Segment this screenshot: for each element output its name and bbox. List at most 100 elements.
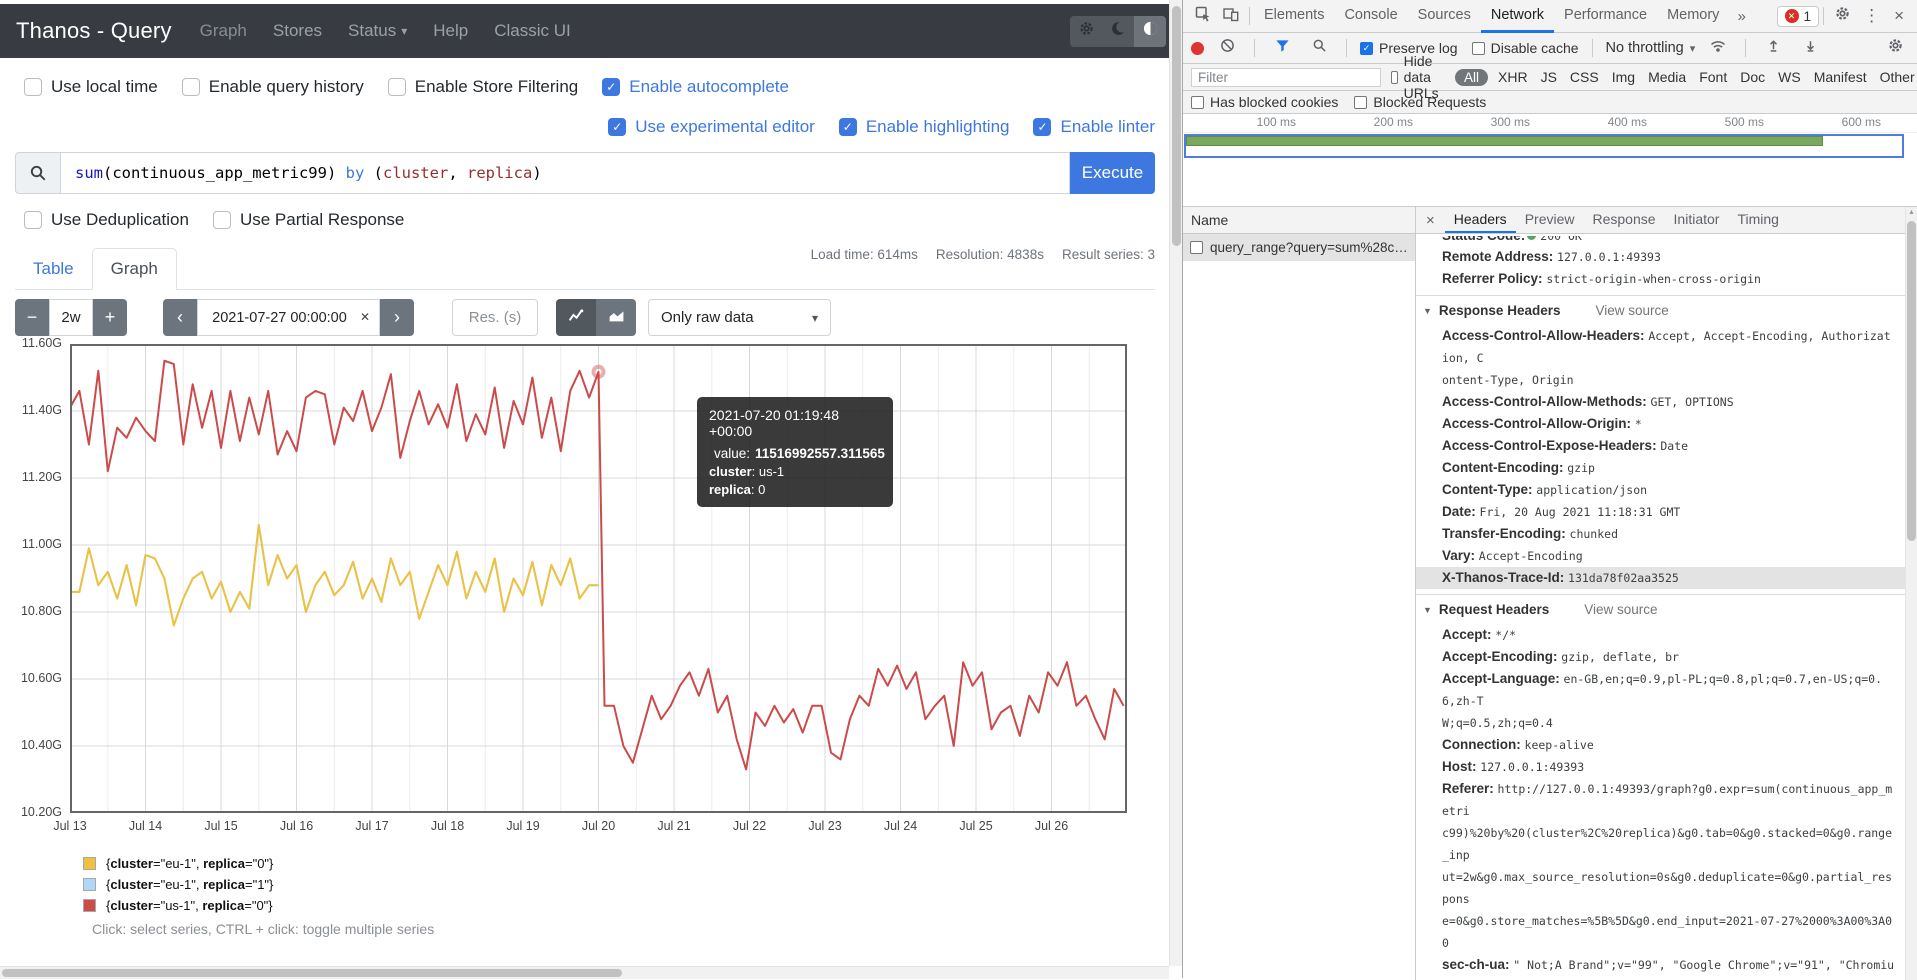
checkbox-item-disable-cache[interactable]: Disable cache [1472, 40, 1579, 56]
type-filter-other[interactable]: Other [1880, 69, 1915, 85]
resolution-select[interactable]: Only raw data ▾ [648, 299, 831, 336]
checkbox-preserve-log[interactable]: ✓ [1360, 42, 1373, 55]
type-filter-doc[interactable]: Doc [1740, 69, 1765, 85]
checkbox-has-blocked-cookies[interactable] [1191, 96, 1204, 109]
devtools-tab-network[interactable]: Network [1481, 0, 1554, 33]
details-tab-timing[interactable]: Timing [1728, 207, 1788, 233]
checkbox-enable-query-history[interactable] [182, 78, 200, 96]
checkbox-item-enable-query-history[interactable]: Enable query history [182, 77, 364, 97]
type-filter-ws[interactable]: WS [1778, 69, 1801, 85]
tab-graph[interactable]: Graph [92, 248, 177, 290]
type-filter-font[interactable]: Font [1699, 69, 1727, 85]
scrollbar-thumb[interactable] [2, 969, 622, 977]
filter-input[interactable] [1191, 68, 1381, 87]
line-chart-button[interactable] [556, 299, 596, 336]
checkbox-item-use-local-time[interactable]: Use local time [24, 77, 158, 97]
clear-time-icon[interactable]: ✕ [360, 310, 370, 324]
query-expression-input[interactable]: sum(continuous_app_metric99) by (cluster… [61, 152, 1070, 194]
checkbox-item-has-blocked-cookies[interactable]: Has blocked cookies [1191, 94, 1338, 110]
type-filter-media[interactable]: Media [1648, 69, 1686, 85]
nav-item-classic-ui[interactable]: Classic UI [494, 21, 571, 41]
headers-content[interactable]: Status Code:200 OKRemote Address: 127.0.… [1416, 234, 1905, 980]
checkbox-item-enable-highlighting[interactable]: ✓Enable highlighting [839, 117, 1010, 137]
type-filter-xhr[interactable]: XHR [1498, 69, 1528, 85]
checkbox-enable-autocomplete[interactable]: ✓ [602, 78, 620, 96]
range-decrease-button[interactable]: − [15, 299, 49, 336]
section-header-response-headers[interactable]: ▼Response HeadersView source [1416, 296, 1905, 325]
view-source-button[interactable]: View source [1584, 602, 1657, 617]
kebab-menu-icon[interactable]: ⋮ [1856, 6, 1887, 26]
type-filter-all[interactable]: All [1455, 69, 1488, 86]
range-increase-button[interactable]: + [93, 299, 127, 336]
end-time-input[interactable] [198, 300, 379, 335]
page-horizontal-scrollbar[interactable] [0, 966, 1169, 979]
more-tabs-button[interactable]: » [1729, 8, 1753, 25]
type-filter-manifest[interactable]: Manifest [1814, 69, 1867, 85]
section-header-request-headers[interactable]: ▼Request HeadersView source [1416, 595, 1905, 624]
throttling-select[interactable]: No throttling ▾ [1606, 40, 1696, 56]
checkbox-hide-data-urls[interactable] [1391, 71, 1398, 84]
error-badge[interactable]: ✕ 1 [1777, 6, 1820, 27]
devtools-settings-button[interactable] [1828, 3, 1856, 29]
checkbox-item-use-partial-response[interactable]: Use Partial Response [213, 210, 404, 230]
checkbox-item-enable-linter[interactable]: ✓Enable linter [1033, 117, 1155, 137]
tab-table[interactable]: Table [15, 249, 92, 289]
scroll-up-icon[interactable]: ▲ [1906, 209, 1917, 216]
metrics-chart[interactable] [70, 344, 1127, 813]
checkbox-enable-highlighting[interactable]: ✓ [839, 118, 857, 136]
checkbox-item-use-deduplication[interactable]: Use Deduplication [24, 210, 189, 230]
nav-item-stores[interactable]: Stores [273, 21, 322, 41]
type-filter-css[interactable]: CSS [1570, 69, 1599, 85]
details-tab-initiator[interactable]: Initiator [1665, 207, 1729, 233]
scrollbar-thumb[interactable] [1172, 6, 1181, 246]
request-row[interactable]: query_range?query=sum%28cont... [1183, 234, 1415, 261]
settings-button[interactable] [1070, 16, 1102, 47]
legend-item[interactable]: {cluster="eu-1", replica="0"} [83, 856, 273, 871]
checkbox-enable-linter[interactable]: ✓ [1033, 118, 1051, 136]
details-tab-headers[interactable]: Headers [1445, 207, 1516, 233]
checkbox-use-partial-response[interactable] [213, 211, 231, 229]
stacked-chart-button[interactable] [596, 299, 636, 336]
nav-item-status[interactable]: Status▾ [348, 21, 407, 41]
checkbox-use-experimental-editor[interactable]: ✓ [608, 118, 626, 136]
page-vertical-scrollbar[interactable] [1169, 0, 1183, 966]
filter-toggle-button[interactable] [1268, 35, 1296, 61]
execute-button[interactable]: Execute [1070, 152, 1155, 194]
record-network-log-button[interactable] [1191, 42, 1204, 55]
nav-item-help[interactable]: Help [433, 21, 468, 41]
legend-item[interactable]: {cluster="eu-1", replica="1"} [83, 877, 273, 892]
type-filter-img[interactable]: Img [1612, 69, 1635, 85]
devtools-tab-elements[interactable]: Elements [1254, 0, 1334, 33]
overview-selection[interactable] [1184, 134, 1904, 158]
name-column-header[interactable]: Name [1183, 207, 1415, 234]
range-input[interactable]: 2w [49, 299, 93, 336]
checkbox-item-enable-autocomplete[interactable]: ✓Enable autocomplete [602, 77, 789, 97]
checkbox-use-deduplication[interactable] [24, 211, 42, 229]
resolution-input[interactable] [452, 299, 538, 336]
auto-theme-button[interactable] [1134, 16, 1166, 47]
import-har-button[interactable] [1759, 35, 1787, 61]
export-har-button[interactable] [1796, 35, 1824, 61]
request-checkbox[interactable] [1190, 241, 1203, 254]
clear-network-log-button[interactable] [1213, 35, 1241, 61]
devtools-close-button[interactable]: × [1887, 6, 1911, 26]
devtools-tab-performance[interactable]: Performance [1554, 0, 1657, 33]
close-details-icon[interactable]: × [1416, 207, 1445, 233]
checkbox-blocked-requests[interactable] [1354, 96, 1367, 109]
devtools-tab-console[interactable]: Console [1334, 0, 1407, 33]
devtools-tab-memory[interactable]: Memory [1657, 0, 1729, 33]
network-settings-button[interactable] [1881, 35, 1909, 61]
checkbox-item-enable-store-filtering[interactable]: Enable Store Filtering [388, 77, 578, 97]
device-toolbar-button[interactable] [1217, 3, 1245, 29]
checkbox-enable-store-filtering[interactable] [388, 78, 406, 96]
type-filter-js[interactable]: JS [1541, 69, 1557, 85]
search-network-button[interactable] [1305, 35, 1333, 61]
inspect-element-button[interactable] [1189, 3, 1217, 29]
checkbox-disable-cache[interactable] [1472, 42, 1485, 55]
dark-mode-button[interactable] [1102, 16, 1134, 47]
details-tab-preview[interactable]: Preview [1516, 207, 1584, 233]
next-time-button[interactable]: › [380, 299, 414, 336]
checkbox-item-use-experimental-editor[interactable]: ✓Use experimental editor [608, 117, 815, 137]
devtools-tab-sources[interactable]: Sources [1408, 0, 1481, 33]
prev-time-button[interactable]: ‹ [163, 299, 197, 336]
